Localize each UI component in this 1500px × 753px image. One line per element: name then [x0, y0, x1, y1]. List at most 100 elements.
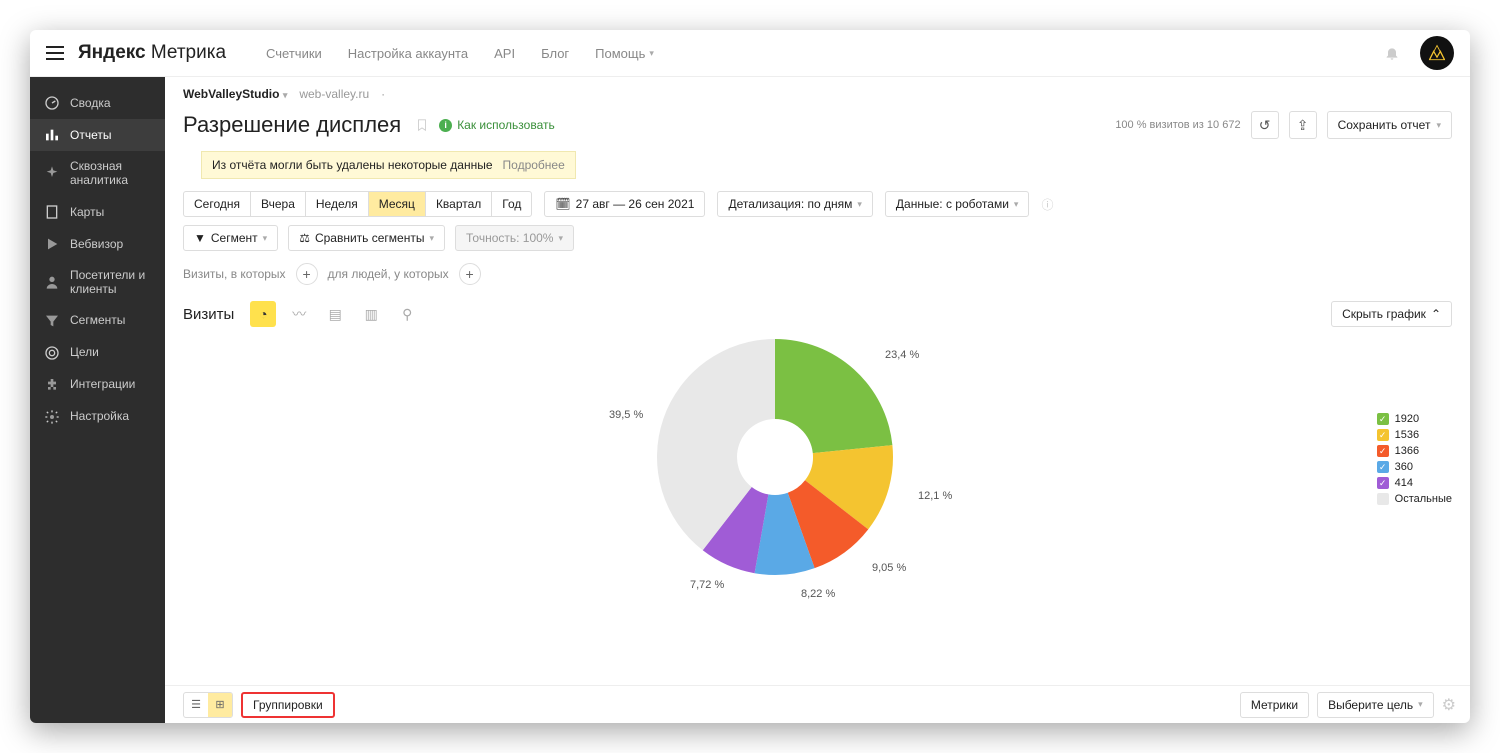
legend-swatch	[1377, 493, 1389, 505]
legend-item[interactable]: ✓1366	[1377, 445, 1452, 457]
detail-label: Детализация: по дням	[728, 197, 852, 211]
viz-line[interactable]: 〰	[286, 301, 312, 327]
legend-item[interactable]: Остальные	[1377, 493, 1452, 505]
play-icon	[44, 236, 60, 252]
legend-swatch: ✓	[1377, 429, 1389, 441]
legend-label: 360	[1395, 461, 1413, 473]
legend-swatch: ✓	[1377, 477, 1389, 489]
bars-icon	[44, 127, 60, 143]
sidebar-item-integrations[interactable]: Интеграции	[30, 369, 165, 401]
select-goal-button[interactable]: Выберите цель▾	[1317, 692, 1434, 718]
groupings-button[interactable]: Группировки	[241, 692, 335, 718]
legend-item[interactable]: ✓ 414	[1377, 477, 1452, 489]
chevron-down-icon: ▾	[263, 233, 268, 244]
sidebar-item-summary[interactable]: Сводка	[30, 87, 165, 119]
nav-blog[interactable]: Блог	[541, 46, 569, 61]
sidebar-item-goals[interactable]: Цели	[30, 337, 165, 369]
breadcrumb-domain[interactable]: web-valley.ru	[299, 87, 369, 101]
logo[interactable]: Яндекс Метрика	[78, 42, 226, 64]
nav-api[interactable]: API	[494, 46, 515, 61]
chart-area: 23,4 % 12,1 % 9,05 % 8,22 % 7,72 % 39,5 …	[165, 327, 1470, 685]
slice-label-0: 23,4 %	[885, 349, 919, 361]
history-button[interactable]: ↺	[1251, 111, 1279, 139]
slice-label-2: 9,05 %	[872, 562, 906, 574]
legend-label: 414	[1395, 477, 1413, 489]
add-visit-filter[interactable]: +	[296, 263, 318, 285]
sidebar-item-label: Сквозная аналитика	[70, 159, 151, 188]
puzzle-icon	[44, 377, 60, 393]
period-quarter[interactable]: Квартал	[426, 192, 492, 216]
view-tree[interactable]: ⊞	[208, 693, 232, 717]
legend-label: 1920	[1395, 413, 1419, 425]
sidebar-item-settings[interactable]: Настройка	[30, 401, 165, 433]
nav-account[interactable]: Настройка аккаунта	[348, 46, 468, 61]
compare-label: Сравнить сегменты	[315, 231, 425, 245]
chevron-down-icon: ▾	[649, 48, 654, 59]
compare-icon: ⚖	[299, 231, 310, 245]
legend-item[interactable]: ✓ 360	[1377, 461, 1452, 473]
save-label: Сохранить отчет	[1338, 118, 1431, 132]
segment-button[interactable]: ▼Сегмент▾	[183, 225, 278, 251]
viz-pie[interactable]: ◔	[250, 301, 276, 327]
filter-visits-label: Визиты, в которых	[183, 267, 286, 281]
bell-icon[interactable]	[1384, 45, 1400, 61]
chevron-down-icon: ▾	[1014, 199, 1019, 210]
sidebar-item-label: Вебвизор	[70, 237, 123, 251]
period-year[interactable]: Год	[492, 192, 531, 216]
avatar[interactable]	[1420, 36, 1454, 70]
breadcrumb-site[interactable]: WebValleyStudio ▾	[183, 87, 287, 101]
help-icon[interactable]: ⓘ	[1041, 196, 1053, 213]
menu-burger[interactable]	[46, 46, 64, 60]
export-button[interactable]: ⇪	[1289, 111, 1317, 139]
funnel-icon	[44, 313, 60, 329]
sidebar-item-label: Сводка	[70, 96, 111, 110]
page-title: Разрешение дисплея	[183, 112, 401, 138]
viz-map[interactable]: ⚲	[394, 301, 420, 327]
period-today[interactable]: Сегодня	[184, 192, 251, 216]
sidebar-item-segments[interactable]: Сегменты	[30, 305, 165, 337]
legend-label: Остальные	[1395, 493, 1452, 505]
nav-counters[interactable]: Счетчики	[266, 46, 322, 61]
sidebar-item-maps[interactable]: Карты	[30, 196, 165, 228]
sidebar-item-webvisor[interactable]: Вебвизор	[30, 228, 165, 260]
hide-chart-button[interactable]: Скрыть график⌃	[1331, 301, 1452, 327]
chevron-down-icon: ▾	[558, 233, 563, 244]
view-list[interactable]: ☰	[184, 693, 208, 717]
sidebar-item-analytics[interactable]: Сквозная аналитика	[30, 151, 165, 196]
bookmark-icon[interactable]	[415, 117, 429, 133]
save-report-button[interactable]: Сохранить отчет▾	[1327, 111, 1452, 139]
user-icon	[44, 274, 60, 290]
viz-label: Визиты	[183, 306, 234, 323]
compare-segments-button[interactable]: ⚖Сравнить сегменты▾	[288, 225, 445, 251]
howto-link[interactable]: i Как использовать	[439, 118, 555, 132]
sidebar-item-visitors[interactable]: Посетители и клиенты	[30, 260, 165, 305]
period-month[interactable]: Месяц	[369, 192, 426, 216]
daterange-button[interactable]: 🗓27 авг — 26 сен 2021	[544, 191, 705, 217]
period-yesterday[interactable]: Вчера	[251, 192, 306, 216]
sidebar-item-label: Отчеты	[70, 128, 111, 142]
metrics-button[interactable]: Метрики	[1240, 692, 1309, 718]
legend-swatch: ✓	[1377, 461, 1389, 473]
chevron-down-icon: ▾	[283, 90, 288, 100]
slice-label-5: 39,5 %	[609, 409, 643, 421]
viz-area[interactable]: ▤	[322, 301, 348, 327]
nav-help[interactable]: Помощь▾	[595, 46, 654, 61]
robots-button[interactable]: Данные: с роботами▾	[885, 191, 1030, 217]
viz-bar[interactable]: ▥	[358, 301, 384, 327]
gear-icon[interactable]: ⚙	[1442, 695, 1456, 715]
warning-banner: Из отчёта могли быть удалены некоторые д…	[201, 151, 576, 179]
daterange-label: 27 авг — 26 сен 2021	[576, 197, 695, 211]
segment-label: Сегмент	[211, 231, 258, 245]
legend-item[interactable]: ✓1536	[1377, 429, 1452, 441]
period-week[interactable]: Неделя	[306, 192, 369, 216]
add-people-filter[interactable]: +	[459, 263, 481, 285]
legend-item[interactable]: ✓1920	[1377, 413, 1452, 425]
detail-button[interactable]: Детализация: по дням ▾	[717, 191, 872, 217]
sidebar-item-label: Сегменты	[70, 313, 125, 327]
precision-button[interactable]: Точность: 100%▾	[455, 225, 574, 251]
legend-swatch: ✓	[1377, 445, 1389, 457]
chevron-down-icon: ▾	[857, 199, 862, 210]
sidebar-item-reports[interactable]: Отчеты	[30, 119, 165, 151]
warning-more-link[interactable]: Подробнее	[503, 158, 565, 172]
sidebar: Сводка Отчеты Сквозная аналитика Карты В…	[30, 77, 165, 723]
